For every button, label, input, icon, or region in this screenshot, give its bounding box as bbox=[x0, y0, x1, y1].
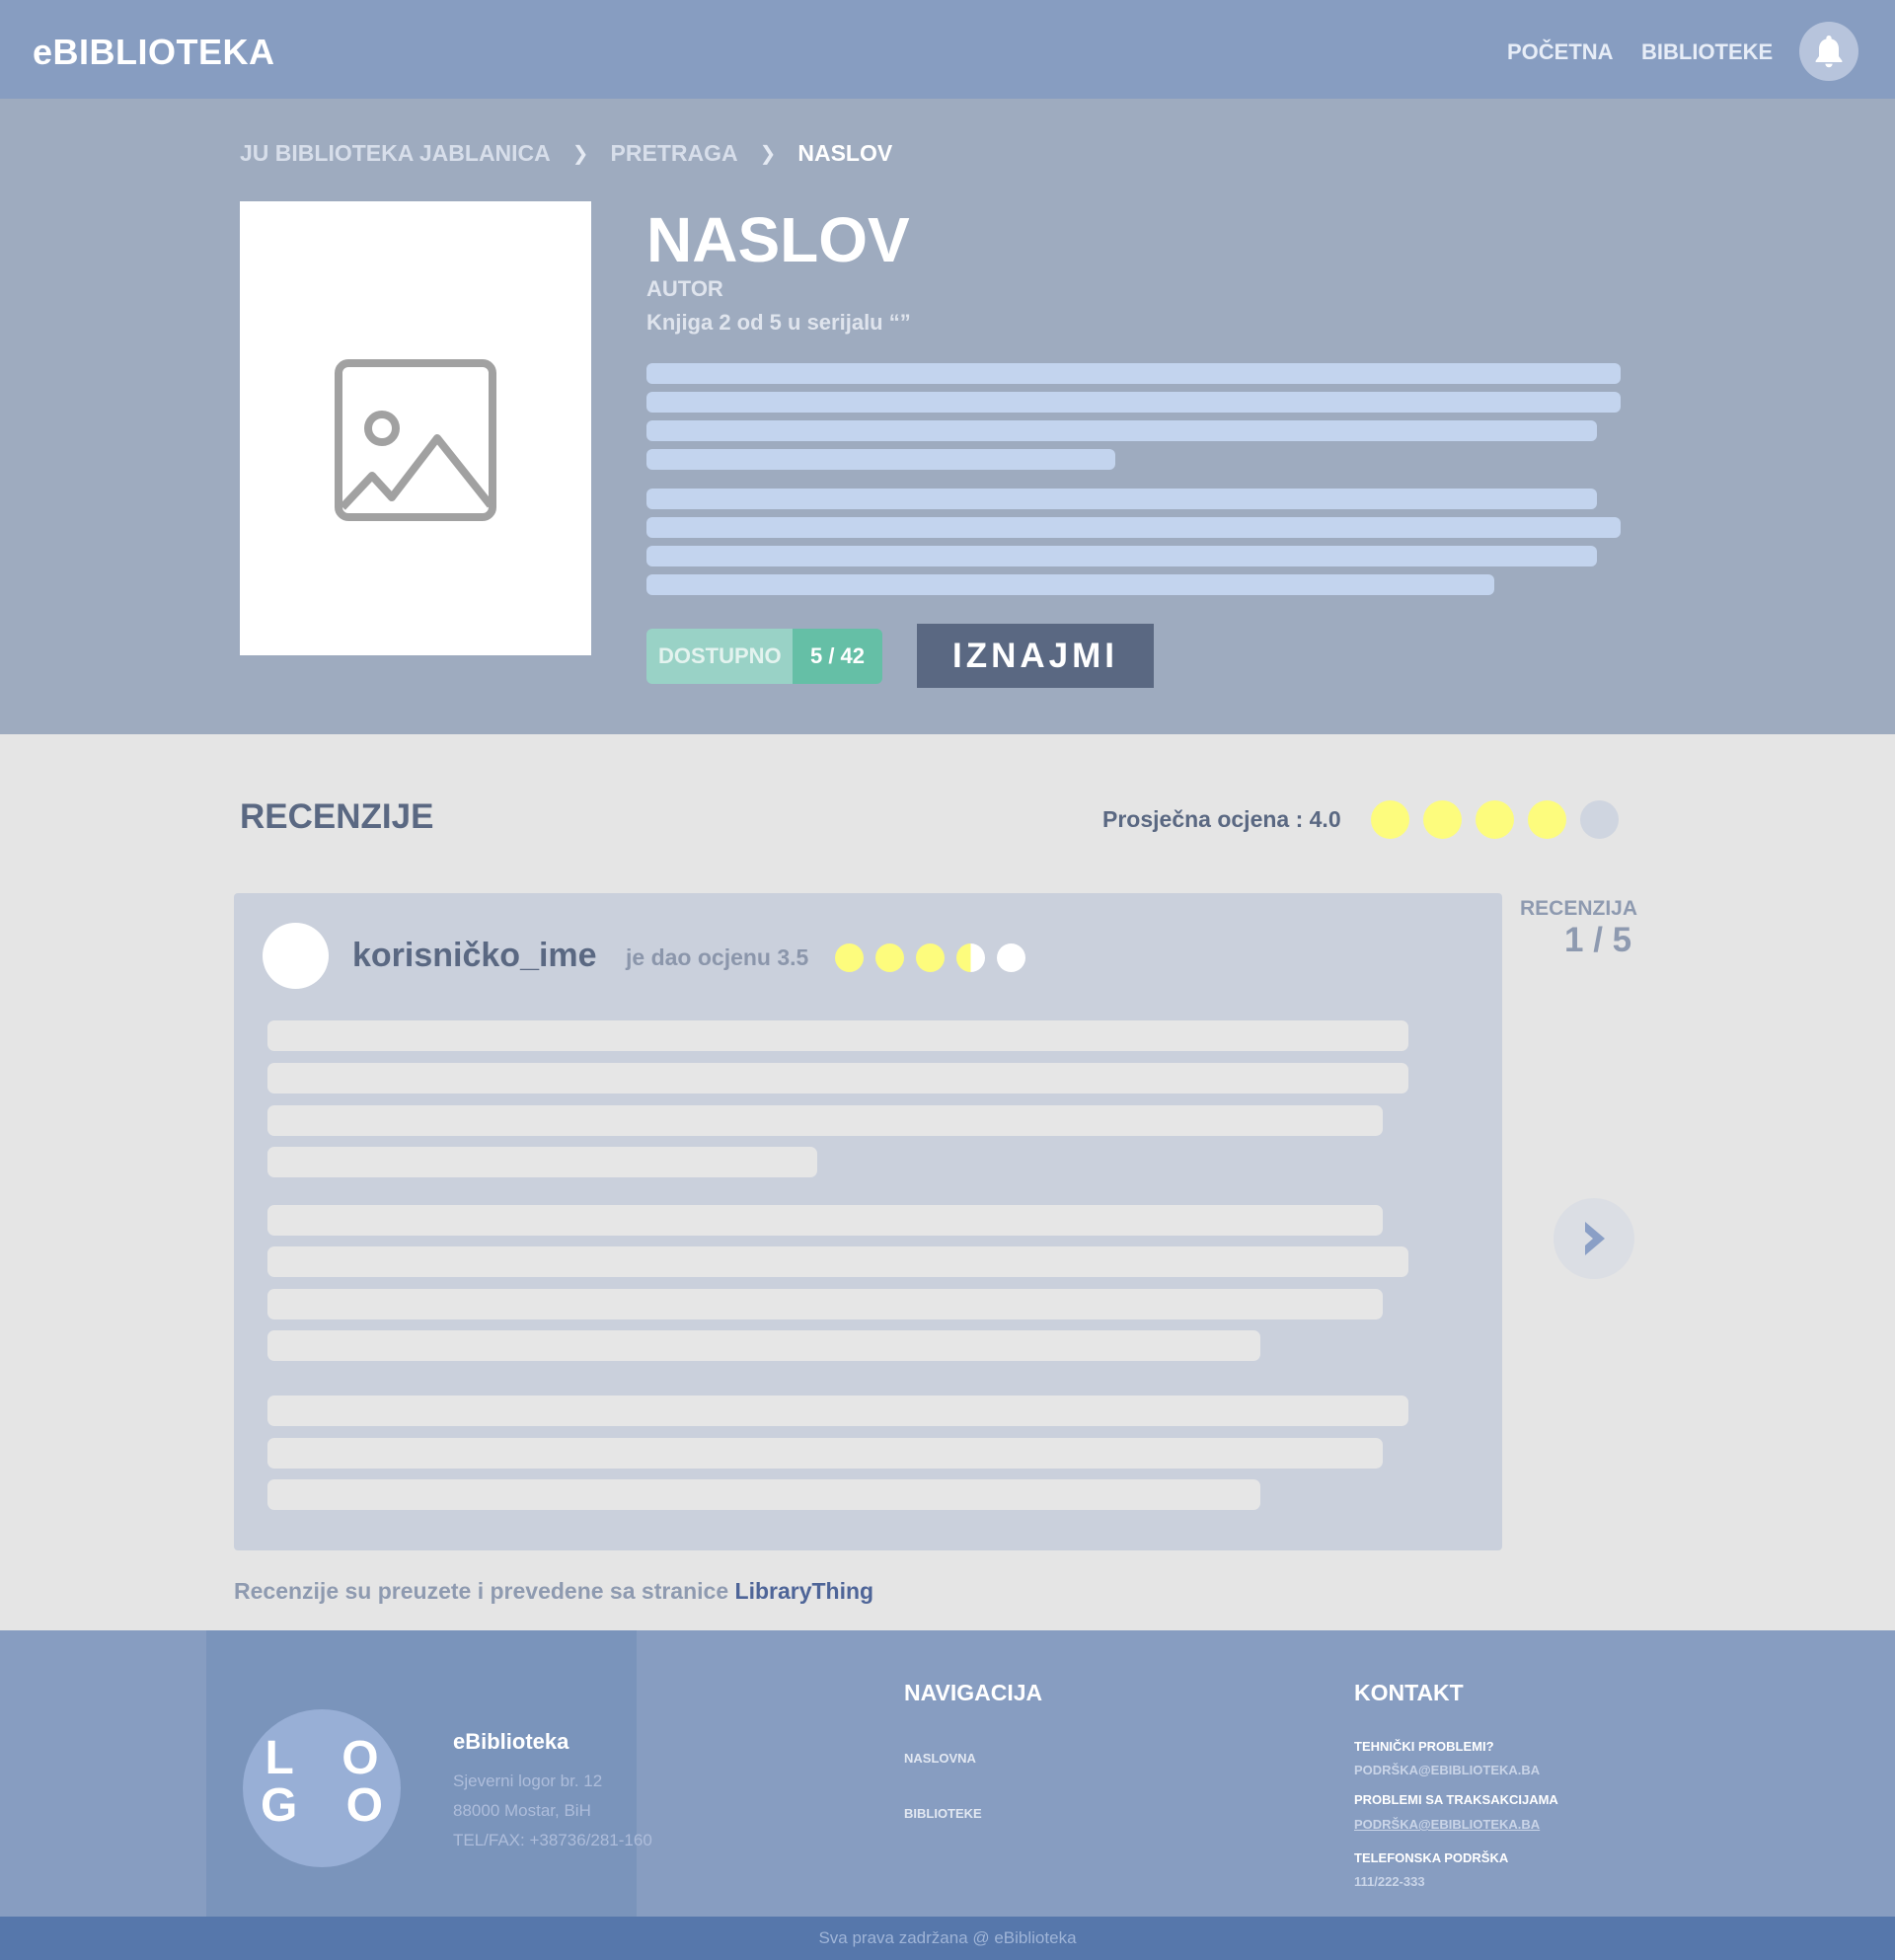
phone-support-label: TELEFONSKA PODRŠKA bbox=[1354, 1850, 1509, 1865]
app-logo[interactable]: eBIBLIOTEKA bbox=[33, 32, 275, 73]
review-text-line bbox=[267, 1147, 817, 1177]
reviews-source-note: Recenzije su preuzete i prevedene sa str… bbox=[234, 1578, 873, 1605]
rating-dot bbox=[956, 943, 985, 972]
description-line bbox=[646, 546, 1597, 566]
breadcrumb-item-search[interactable]: PRETRAGA bbox=[611, 140, 738, 167]
image-placeholder-icon bbox=[335, 359, 496, 521]
review-text-line bbox=[267, 1105, 1383, 1136]
review-text-line bbox=[267, 1289, 1383, 1319]
rent-button[interactable]: IZNAJMI bbox=[917, 624, 1154, 688]
transactions-label: PROBLEMI SA TRAKSAKCIJAMA bbox=[1354, 1792, 1558, 1807]
availability-count: 5 / 42 bbox=[793, 629, 882, 684]
review-text-line bbox=[267, 1246, 1408, 1277]
footer-nav-naslovna[interactable]: NASLOVNA bbox=[904, 1751, 976, 1766]
rating-dot bbox=[1423, 800, 1462, 839]
footer-nav-heading: NAVIGACIJA bbox=[904, 1680, 1043, 1705]
avatar bbox=[263, 923, 329, 989]
review-text-line bbox=[267, 1438, 1383, 1469]
book-details-section: JU BIBLIOTEKA JABLANICA ❯ PRETRAGA ❯ NAS… bbox=[0, 99, 1895, 734]
review-rating-text: je dao ocjenu 3.5 bbox=[626, 944, 809, 970]
review-username[interactable]: korisničko_ime bbox=[352, 937, 597, 975]
review-text-line bbox=[267, 1330, 1260, 1361]
librarything-link[interactable]: LibraryThing bbox=[735, 1578, 874, 1604]
average-rating-label: Prosječna ocjena : 4.0 bbox=[1102, 806, 1341, 832]
breadcrumb-item-current: NASLOV bbox=[797, 140, 893, 166]
copyright-bar: Sva prava zadržana @ eBiblioteka bbox=[0, 1917, 1895, 1960]
footer-address: 88000 Mostar, BiH bbox=[453, 1801, 591, 1820]
rating-dot bbox=[1476, 800, 1514, 839]
tech-support-label: TEHNIČKI PROBLEMI? bbox=[1354, 1739, 1494, 1754]
rating-dot bbox=[916, 943, 945, 972]
review-text-line bbox=[267, 1205, 1383, 1236]
transactions-email[interactable]: PODRŠKA@EBIBLIOTEKA.BA bbox=[1354, 1817, 1540, 1832]
review-text-line bbox=[267, 1479, 1260, 1510]
footer-nav-biblioteke[interactable]: BIBLIOTEKE bbox=[904, 1806, 982, 1821]
rating-dot bbox=[1580, 800, 1619, 839]
availability-badge: DOSTUPNO 5 / 42 bbox=[646, 629, 882, 684]
breadcrumb: JU BIBLIOTEKA JABLANICA ❯ PRETRAGA ❯ NAS… bbox=[240, 140, 892, 167]
footer-phone: TEL/FAX: +38736/281-160 bbox=[453, 1831, 652, 1849]
rating-dot bbox=[835, 943, 864, 972]
description-line bbox=[646, 489, 1597, 509]
footer-contact-heading: KONTAKT bbox=[1354, 1680, 1464, 1705]
footer-address: Sjeverni logor br. 12 bbox=[453, 1772, 603, 1790]
review-text-line bbox=[267, 1063, 1408, 1093]
rating-dot bbox=[1528, 800, 1566, 839]
next-review-button[interactable] bbox=[1554, 1198, 1634, 1279]
description-line bbox=[646, 363, 1621, 384]
chevron-right-icon: ❯ bbox=[759, 143, 777, 165]
footer: L O G O eBiblioteka Sjeverni logor br. 1… bbox=[0, 1630, 1895, 1917]
footer-logo-line: G O bbox=[261, 1779, 402, 1832]
description-line bbox=[646, 574, 1494, 595]
tech-support-email[interactable]: PODRŠKA@EBIBLIOTEKA.BA bbox=[1354, 1763, 1540, 1777]
phone-support-number: 111/222-333 bbox=[1354, 1874, 1425, 1889]
description-line bbox=[646, 392, 1621, 413]
review-text-line bbox=[267, 1395, 1408, 1426]
reviews-heading: RECENZIJE bbox=[240, 797, 434, 836]
review-text-line bbox=[267, 1020, 1408, 1051]
book-cover bbox=[240, 201, 591, 655]
rating-dot bbox=[1371, 800, 1409, 839]
book-author[interactable]: AUTOR bbox=[646, 276, 723, 302]
book-series: Knjiga 2 od 5 u serijalu “” bbox=[646, 310, 911, 335]
footer-logo-line: L O bbox=[265, 1732, 397, 1784]
footer-logo: L O G O bbox=[243, 1709, 401, 1867]
rating-dot bbox=[997, 943, 1025, 972]
bell-icon bbox=[1815, 36, 1843, 68]
top-navbar: eBIBLIOTEKA POČETNA BIBLIOTEKE bbox=[0, 0, 1895, 99]
review-index: 1 / 5 bbox=[1564, 921, 1632, 959]
description-line bbox=[646, 517, 1621, 538]
chevron-right-icon: ❯ bbox=[571, 143, 589, 165]
review-index-label: RECENZIJA bbox=[1520, 897, 1638, 920]
description-line bbox=[646, 420, 1597, 441]
nav-link-biblioteke[interactable]: BIBLIOTEKE bbox=[1641, 39, 1773, 65]
description-line bbox=[646, 449, 1115, 470]
rating-dot bbox=[875, 943, 904, 972]
chevron-right-icon bbox=[1585, 1222, 1605, 1255]
nav-link-pocetna[interactable]: POČETNA bbox=[1507, 39, 1614, 65]
book-title: NASLOV bbox=[646, 204, 910, 275]
breadcrumb-item-library[interactable]: JU BIBLIOTEKA JABLANICA bbox=[240, 140, 551, 167]
notifications-button[interactable] bbox=[1799, 22, 1858, 81]
source-note-text: Recenzije su preuzete i prevedene sa str… bbox=[234, 1578, 729, 1604]
availability-label: DOSTUPNO bbox=[646, 629, 793, 684]
footer-brand-name: eBiblioteka bbox=[453, 1729, 569, 1754]
